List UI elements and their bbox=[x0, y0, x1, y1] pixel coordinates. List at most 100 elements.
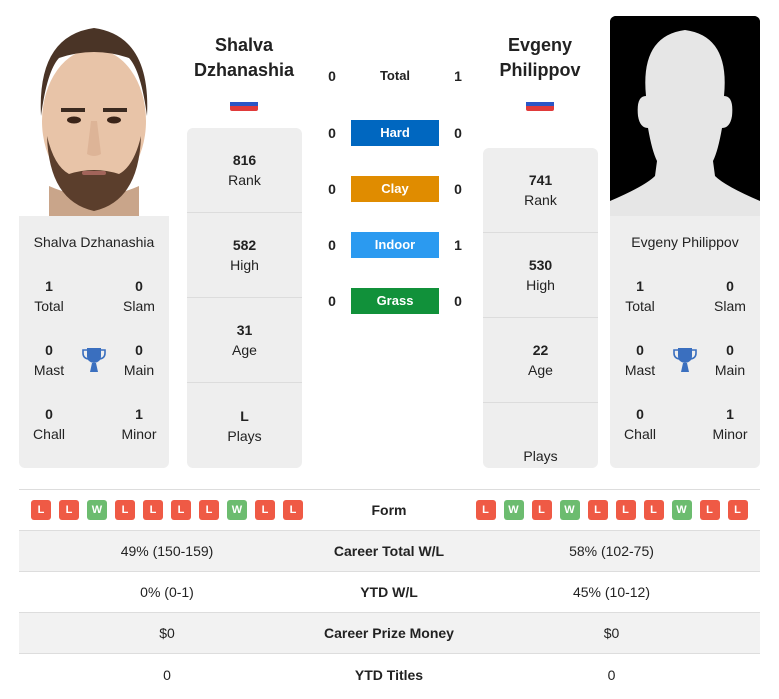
table-row: 0% (0-1) YTD W/L 45% (10-12) bbox=[19, 572, 760, 613]
form-badge-loss[interactable]: L bbox=[283, 500, 303, 520]
h2h-left-value: 0 bbox=[328, 293, 336, 309]
titles-slam-label: Slam bbox=[714, 298, 746, 314]
form-badge-win[interactable]: W bbox=[559, 500, 580, 520]
form-badge-loss[interactable]: L bbox=[699, 500, 720, 520]
rank-value: 741 bbox=[528, 172, 553, 188]
form-badge-loss[interactable]: L bbox=[143, 500, 163, 520]
trophy-icon bbox=[673, 348, 697, 372]
russia-flag-icon bbox=[230, 97, 258, 111]
form-badge-loss[interactable]: L bbox=[615, 500, 636, 520]
left-value: $0 bbox=[159, 625, 175, 641]
titles-mast: 0 Mast bbox=[19, 340, 79, 380]
titles-main-label: Main bbox=[714, 362, 746, 378]
titles-mast-value: 0 bbox=[45, 342, 53, 358]
form-badge-loss[interactable]: L bbox=[727, 500, 748, 520]
player-left-name[interactable]: Shalva Dzhanashia bbox=[184, 33, 304, 83]
titles-total-label: Total bbox=[625, 298, 655, 314]
left-value: 0 bbox=[163, 666, 171, 683]
player-left-first-name: Shalva bbox=[214, 35, 274, 55]
russia-flag-icon bbox=[526, 97, 554, 111]
rank-cell: 741 Rank bbox=[483, 148, 598, 233]
plays-label: Plays bbox=[523, 447, 558, 464]
table-row: 0 YTD Titles 0 bbox=[19, 654, 760, 695]
form-badge-loss[interactable]: L bbox=[587, 500, 608, 520]
titles-minor: 1 Minor bbox=[109, 404, 169, 444]
h2h-row-clay: 0 Clay 0 bbox=[320, 176, 470, 202]
left-value: 0% (0-1) bbox=[140, 584, 194, 600]
form-badge-loss[interactable]: L bbox=[59, 500, 79, 520]
plays-cell: Plays bbox=[483, 403, 598, 488]
titles-minor-value: 1 bbox=[135, 406, 143, 422]
form-badge-win[interactable]: W bbox=[227, 500, 247, 520]
row-label: Career Prize Money bbox=[324, 625, 454, 641]
h2h-left-value: 0 bbox=[328, 237, 336, 253]
player-silhouette-icon bbox=[610, 16, 760, 216]
player-left-form: LLWLLLLWLL bbox=[19, 500, 315, 520]
comparison-table: LLWLLLLWLL Form LWLWLLLWLL 49% (150-159)… bbox=[19, 489, 760, 695]
titles-slam-value: 0 bbox=[726, 278, 734, 294]
h2h-left-value: 0 bbox=[328, 181, 336, 197]
right-value: 0 bbox=[607, 666, 616, 683]
form-label: Form bbox=[371, 502, 407, 518]
h2h-row-total: 0 Total 1 bbox=[320, 63, 470, 89]
form-badge-loss[interactable]: L bbox=[531, 500, 552, 520]
form-badge-loss[interactable]: L bbox=[115, 500, 135, 520]
titles-main-label: Main bbox=[123, 362, 155, 378]
player-left-rank-card: 816 Rank 582 High 31 Age L Plays bbox=[187, 128, 302, 468]
player-right-photo bbox=[610, 16, 760, 216]
titles-chall: 0 Chall bbox=[610, 404, 670, 444]
form-badge-loss[interactable]: L bbox=[199, 500, 219, 520]
form-badge-loss[interactable]: L bbox=[475, 500, 496, 520]
table-row: $0 Career Prize Money $0 bbox=[19, 613, 760, 654]
titles-minor-label: Minor bbox=[121, 426, 157, 442]
h2h-left-value: 0 bbox=[328, 68, 336, 84]
plays-value: L bbox=[240, 407, 249, 424]
h2h-row-grass: 0 Grass 0 bbox=[320, 288, 470, 314]
right-value: $0 bbox=[603, 625, 620, 641]
table-row: 49% (150-159) Career Total W/L 58% (102-… bbox=[19, 531, 760, 572]
form-row: LLWLLLLWLL Form LWLWLLLWLL bbox=[19, 490, 760, 531]
h2h-right-value: 1 bbox=[454, 237, 462, 253]
surface-badge-grass[interactable]: Grass bbox=[351, 288, 439, 314]
form-badge-loss[interactable]: L bbox=[31, 500, 51, 520]
form-badge-loss[interactable]: L bbox=[171, 500, 191, 520]
age-label: Age bbox=[232, 342, 257, 358]
left-value: 49% (150-159) bbox=[120, 543, 214, 559]
titles-main: 0 Main bbox=[109, 340, 169, 380]
titles-minor-label: Minor bbox=[712, 426, 748, 442]
form-badge-loss[interactable]: L bbox=[255, 500, 275, 520]
form-badge-win[interactable]: W bbox=[503, 500, 524, 520]
player-right-form: LWLWLLLWLL bbox=[463, 500, 760, 520]
titles-slam: 0 Slam bbox=[109, 276, 169, 316]
surface-badge-indoor[interactable]: Indoor bbox=[351, 232, 439, 258]
h2h-right-value: 0 bbox=[454, 125, 462, 141]
player-right-full-name[interactable]: Evgeny Philippov bbox=[610, 234, 760, 254]
high-value: 582 bbox=[232, 237, 257, 253]
titles-mast-label: Mast bbox=[624, 362, 656, 378]
row-label: Career Total W/L bbox=[333, 543, 445, 559]
titles-chall: 0 Chall bbox=[19, 404, 79, 444]
high-value: 530 bbox=[528, 257, 553, 273]
form-badge-win[interactable]: W bbox=[87, 500, 107, 520]
player-right-last-name: Philippov bbox=[499, 60, 581, 80]
titles-slam: 0 Slam bbox=[700, 276, 760, 316]
player-left-full-name[interactable]: Shalva Dzhanashia bbox=[19, 234, 169, 254]
titles-main-value: 0 bbox=[135, 342, 143, 358]
age-label: Age bbox=[528, 362, 553, 378]
titles-minor-value: 1 bbox=[726, 406, 734, 422]
high-cell: 530 High bbox=[483, 233, 598, 318]
surface-badge-hard[interactable]: Hard bbox=[351, 120, 439, 146]
player-right-name[interactable]: Evgeny Philippov bbox=[480, 33, 600, 83]
titles-slam-label: Slam bbox=[123, 298, 155, 314]
titles-chall-value: 0 bbox=[636, 406, 644, 422]
titles-chall-value: 0 bbox=[45, 406, 53, 422]
titles-total-value: 1 bbox=[636, 278, 644, 294]
form-badge-win[interactable]: W bbox=[671, 500, 692, 520]
surface-badge-clay[interactable]: Clay bbox=[351, 176, 439, 202]
plays-label: Plays bbox=[227, 427, 262, 444]
form-badge-loss[interactable]: L bbox=[643, 500, 664, 520]
high-cell: 582 High bbox=[187, 213, 302, 298]
player-left-titles-card: Shalva Dzhanashia 1 Total 0 Slam 0 Mast … bbox=[19, 216, 169, 468]
player-right-titles-card: Evgeny Philippov 1 Total 0 Slam 0 Mast 0… bbox=[610, 216, 760, 468]
titles-minor: 1 Minor bbox=[700, 404, 760, 444]
